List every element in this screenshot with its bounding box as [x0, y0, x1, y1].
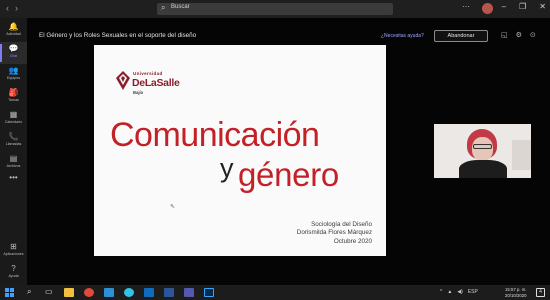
university-logo-icon: [116, 71, 130, 90]
chrome-icon[interactable]: [84, 288, 94, 297]
rail-item-actividad[interactable]: 🔔 Actividad: [0, 20, 27, 42]
presenter-name: Dorismilda Flores Márquez: [296, 229, 372, 237]
rail-item-label: Chat: [9, 54, 18, 58]
rail-item-label: Llamadas: [5, 142, 22, 146]
rail-item-llamadas[interactable]: 📞 Llamadas: [0, 130, 27, 152]
teams-app: ‹› ⌕ Buscar ··· – ❐ ✕ 🔔 Actividad 💬 Chat 👥 Eq…: [0, 0, 550, 285]
course-name: Sociología del Diseño: [311, 221, 372, 228]
store-icon[interactable]: [124, 288, 134, 297]
files-icon: ▤: [9, 154, 18, 163]
header-icons: ◱ ⚙ ⊙: [501, 31, 536, 39]
search-icon: ⌕: [161, 3, 166, 12]
help-icon: ?: [11, 264, 16, 273]
rail-item-ayuda[interactable]: ? Ayuda: [0, 262, 27, 284]
task-view-icon[interactable]: ▭: [45, 287, 53, 296]
bell-icon: 🔔: [8, 22, 19, 31]
back-icon[interactable]: ‹: [6, 3, 15, 13]
minimize-icon[interactable]: –: [502, 2, 506, 11]
teams-icon: 👥: [8, 66, 19, 75]
windows-taskbar: ⌕ ▭ ^ ▲ ◀) ESP 15:57 p. m. 20/10/2020 4: [0, 285, 550, 300]
chat-icon: 💬: [8, 44, 19, 53]
outlook-icon[interactable]: [144, 288, 154, 297]
pop-out-icon[interactable]: ⊙: [530, 31, 536, 39]
word-icon[interactable]: [164, 288, 174, 297]
logo-name: DeLaSalle: [132, 77, 180, 89]
leave-button[interactable]: Abandonar: [434, 30, 488, 42]
shared-slide: Universidad DeLaSalle Bajío Comunicación…: [94, 45, 386, 256]
language-indicator[interactable]: ESP: [468, 289, 478, 295]
calendar-icon: ▦: [9, 110, 18, 119]
video-shelf: [512, 140, 531, 170]
search-taskbar-icon[interactable]: ⌕: [27, 287, 31, 297]
rail-item-more[interactable]: •••: [0, 171, 27, 193]
more-dots-icon: •••: [9, 173, 18, 182]
windows-start-icon[interactable]: [5, 288, 14, 297]
clock[interactable]: 15:57 p. m. 20/10/2020: [505, 287, 527, 298]
participant-body: [459, 160, 507, 178]
rail-item-calendario[interactable]: ▦ Calendario: [0, 108, 27, 130]
app-rail: 🔔 Actividad 💬 Chat 👥 Equipos 🎒 Tareas ▦ Calendari…: [0, 18, 27, 285]
explorer-icon[interactable]: [64, 288, 74, 297]
mouse-cursor-icon: ⇖: [170, 204, 176, 210]
notification-center-icon[interactable]: 4: [536, 288, 545, 297]
photoshop-icon[interactable]: [204, 288, 214, 297]
apps-icon: ⊞: [10, 242, 17, 251]
network-icon[interactable]: ▲: [447, 289, 452, 295]
participant-face: [472, 137, 493, 161]
teams-taskbar-icon[interactable]: [184, 288, 194, 297]
rail-item-aplicaciones[interactable]: ⊞ Aplicaciones: [0, 240, 27, 262]
search-input[interactable]: Buscar: [171, 4, 190, 10]
logo-campus: Bajío: [133, 90, 144, 95]
chat-panel-icon[interactable]: ◱: [501, 31, 508, 39]
help-link[interactable]: ¿Necesitas ayuda?: [381, 33, 424, 39]
rail-item-label: Ayuda: [8, 274, 19, 278]
slide-title-line1: Comunicación: [110, 116, 320, 154]
window-controls: – ❐ ✕: [502, 2, 546, 11]
rail-item-label: Archivos: [6, 164, 21, 168]
slide-date: Octubre 2020: [333, 237, 372, 245]
participant-video[interactable]: [434, 124, 531, 178]
rail-item-label: Aplicaciones: [3, 252, 24, 256]
settings-icon[interactable]: ⚙: [516, 31, 522, 39]
rail-item-label: Equipos: [7, 76, 20, 80]
clock-time: 15:57 p. m.: [505, 287, 527, 292]
logo-university-text: Universidad: [133, 71, 163, 76]
rail-item-label: Calendario: [4, 120, 23, 124]
edge-icon[interactable]: [104, 288, 114, 297]
avatar[interactable]: [482, 3, 493, 14]
more-icon[interactable]: ···: [462, 2, 470, 11]
forward-icon[interactable]: ›: [15, 3, 24, 13]
nav-arrows[interactable]: ‹›: [6, 3, 24, 13]
volume-icon[interactable]: ◀): [457, 289, 463, 295]
rail-item-equipos[interactable]: 👥 Equipos: [0, 64, 27, 86]
participant-glasses: [473, 144, 492, 149]
tray-chevron-icon[interactable]: ^: [440, 289, 442, 295]
maximize-icon[interactable]: ❐: [519, 2, 526, 11]
system-tray: ^ ▲ ◀) ESP: [440, 289, 478, 295]
phone-icon: 📞: [8, 132, 19, 141]
close-icon[interactable]: ✕: [539, 2, 546, 11]
title-bar: ‹› ⌕ Buscar ··· – ❐ ✕: [0, 0, 550, 18]
rail-item-label: Tareas: [8, 98, 19, 102]
meeting-title: El Género y los Roles Sexuales en el sop…: [39, 32, 197, 39]
slide-info: Sociología del Diseño Dorismilda Flores …: [297, 221, 372, 246]
rail-item-label: Actividad: [6, 32, 21, 36]
clock-date: 20/10/2020: [505, 292, 527, 298]
slide-title-y: y: [220, 153, 234, 183]
slide-title-line2: género: [238, 156, 339, 193]
meeting-header: El Género y los Roles Sexuales en el sop…: [27, 27, 550, 45]
assignments-icon: 🎒: [8, 88, 19, 97]
rail-item-chat[interactable]: 💬 Chat: [0, 42, 27, 64]
rail-item-tareas[interactable]: 🎒 Tareas: [0, 86, 27, 108]
search-bar[interactable]: ⌕ Buscar: [157, 3, 393, 15]
